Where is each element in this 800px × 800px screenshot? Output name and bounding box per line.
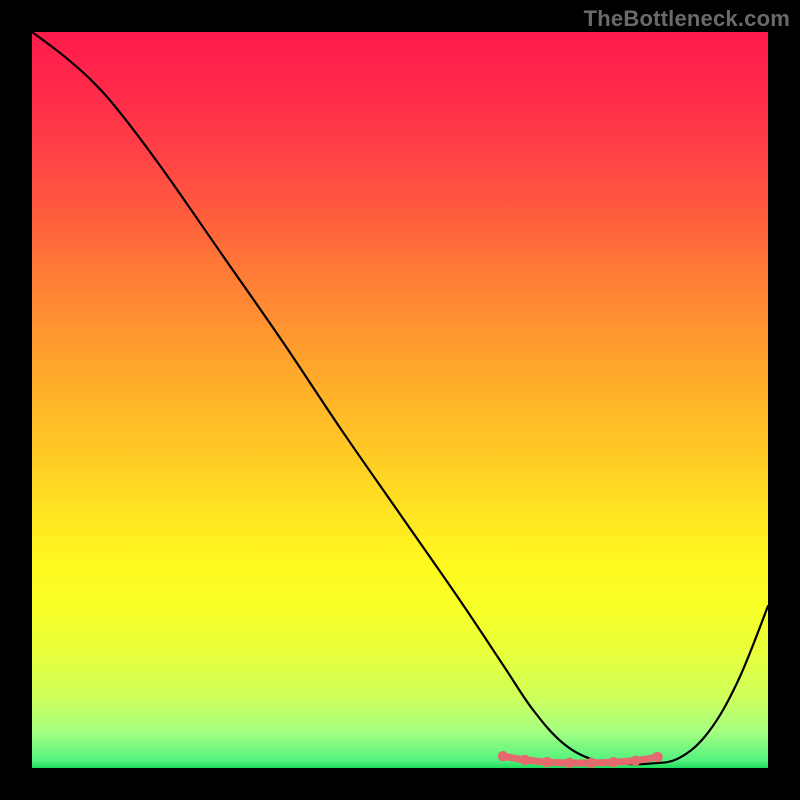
bottleneck-curve	[32, 32, 768, 764]
accent-dot	[652, 752, 662, 762]
chart-svg	[32, 32, 768, 768]
accent-dot	[564, 758, 574, 768]
accent-dot	[520, 755, 530, 765]
accent-dot	[608, 757, 618, 767]
accent-dot	[586, 758, 596, 768]
accent-dot	[542, 757, 552, 767]
watermark-text: TheBottleneck.com	[584, 6, 790, 32]
accent-dot	[630, 755, 640, 765]
accent-dot	[498, 751, 508, 761]
chart-frame: TheBottleneck.com	[0, 0, 800, 800]
plot-area	[32, 32, 768, 768]
